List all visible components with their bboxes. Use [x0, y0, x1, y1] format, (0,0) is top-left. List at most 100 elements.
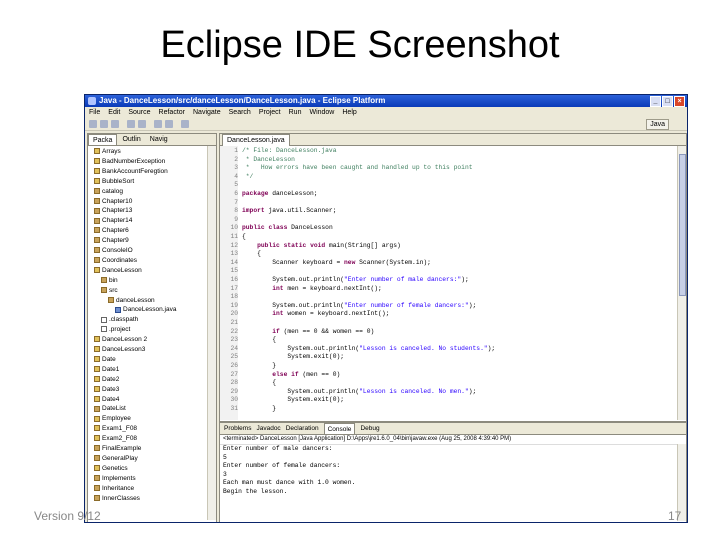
- scroll-thumb[interactable]: [679, 154, 686, 296]
- menu-item[interactable]: Run: [289, 107, 302, 118]
- search-icon[interactable]: [181, 120, 189, 128]
- menu-item[interactable]: Help: [342, 107, 356, 118]
- tree-item-label: Exam2_F08: [102, 435, 138, 443]
- tree-item-label: Inheritance: [102, 484, 135, 492]
- menu-item[interactable]: File: [89, 107, 100, 118]
- tree-item[interactable]: .classpath: [101, 316, 138, 324]
- tree-item[interactable]: Date1: [94, 366, 119, 374]
- project-icon: [94, 177, 100, 184]
- tree-item[interactable]: Exam2_F08: [94, 435, 137, 443]
- console-tab[interactable]: Declaration: [286, 423, 319, 434]
- print-icon[interactable]: [111, 120, 119, 128]
- menu-item[interactable]: Navigate: [193, 107, 221, 118]
- console-tab[interactable]: Javadoc: [256, 423, 280, 434]
- run-icon[interactable]: [138, 120, 146, 128]
- tree-item[interactable]: Chapter14: [94, 217, 132, 225]
- code-line: 11 {: [222, 233, 245, 242]
- minimize-icon[interactable]: _: [650, 96, 661, 107]
- tree-item[interactable]: Date3: [94, 386, 119, 394]
- view-tab[interactable]: Packa: [88, 134, 118, 145]
- menu-item[interactable]: Window: [309, 107, 334, 118]
- tree-item[interactable]: catalog: [94, 188, 123, 196]
- code-text: Scanner keyboard = new Scanner(System.in…: [242, 258, 431, 266]
- package-icon: [94, 405, 100, 412]
- tree-item[interactable]: Genetics: [94, 465, 128, 473]
- code-line: 12 public static void main(String[] args…: [222, 242, 400, 251]
- menu-item[interactable]: Edit: [108, 107, 120, 118]
- tree-item[interactable]: DanceLesson.java: [115, 306, 176, 314]
- editor-scrollbar[interactable]: [677, 146, 686, 420]
- new-icon[interactable]: [89, 120, 97, 128]
- tree-item[interactable]: danceLesson: [108, 297, 155, 305]
- menu-item[interactable]: Project: [259, 107, 281, 118]
- tree-item[interactable]: BadNumberException: [94, 158, 165, 166]
- code-line: 9: [222, 216, 242, 225]
- close-icon[interactable]: ×: [674, 96, 685, 107]
- maximize-icon[interactable]: □: [662, 96, 673, 107]
- package-icon: [94, 227, 100, 234]
- tree-item[interactable]: FinalExample: [94, 445, 141, 453]
- tree-item[interactable]: Date: [94, 356, 116, 364]
- code-text: import java.util.Scanner;: [242, 207, 337, 215]
- tree-item-label: Employee: [102, 415, 131, 423]
- tree-scrollbar[interactable]: [207, 146, 216, 520]
- tree-item[interactable]: BankAccountFeregtion: [94, 168, 168, 176]
- tree-item[interactable]: Chapter13: [94, 207, 132, 215]
- tree-item[interactable]: GeneralPlay: [94, 455, 138, 463]
- tree-item[interactable]: Arrays: [94, 148, 121, 156]
- tree-item-label: Genetics: [102, 464, 128, 472]
- line-number: 14: [230, 258, 238, 266]
- code-text: * DanceLesson: [242, 155, 295, 163]
- tree-item[interactable]: bin: [101, 277, 118, 285]
- code-line: 5: [222, 181, 242, 190]
- tree-item[interactable]: DateList: [94, 405, 126, 413]
- menu-item[interactable]: Source: [128, 107, 150, 118]
- code-area[interactable]: 1 /* File: DanceLesson.java 2 * DanceLesso…: [220, 146, 678, 420]
- new-class-icon[interactable]: [154, 120, 162, 128]
- tree-item[interactable]: Date4: [94, 396, 119, 404]
- line-number: 22: [230, 327, 238, 335]
- menu-item[interactable]: Search: [229, 107, 251, 118]
- tree-item[interactable]: BubbleSort: [94, 178, 134, 186]
- tree-item[interactable]: DanceLesson 2: [94, 336, 147, 344]
- project-icon: [94, 395, 100, 402]
- console-tab[interactable]: Problems: [224, 423, 251, 434]
- console-panel: Problems Javadoc Declaration Console Debug <…: [219, 422, 687, 522]
- tree-item[interactable]: Exam1_F08: [94, 425, 137, 433]
- package-icon: [101, 276, 107, 283]
- save-icon[interactable]: [100, 120, 108, 128]
- console-tab[interactable]: Debug: [360, 423, 379, 434]
- tree-item[interactable]: Chapter10: [94, 198, 132, 206]
- project-icon: [94, 148, 100, 155]
- line-number: 24: [230, 344, 238, 352]
- code-text: int women = keyboard.nextInt();: [272, 310, 390, 318]
- perspective-java[interactable]: Java: [646, 119, 669, 130]
- debug-icon[interactable]: [127, 120, 135, 128]
- console-output[interactable]: Enter number of male dancers: 5 Enter numb…: [220, 444, 678, 521]
- editor-tab[interactable]: DanceLesson.java: [222, 134, 290, 146]
- tree-item[interactable]: DanceLesson3: [94, 346, 145, 354]
- code-text: public class DanceLesson: [242, 224, 333, 232]
- menu-item[interactable]: Refactor: [159, 107, 185, 118]
- tree-item[interactable]: Inheritance: [94, 485, 134, 493]
- tree-item[interactable]: .project: [101, 326, 130, 334]
- line-number: 25: [230, 353, 238, 361]
- open-type-icon[interactable]: [165, 120, 173, 128]
- package-icon: [94, 494, 100, 501]
- tree-item[interactable]: Employee: [94, 415, 131, 423]
- tree-item[interactable]: InnerClasses: [94, 495, 140, 503]
- tree-item[interactable]: Coordinates: [94, 257, 137, 265]
- tree-item[interactable]: Chapter6: [94, 227, 129, 235]
- tree-item-label: .classpath: [109, 316, 139, 324]
- console-tab[interactable]: Console: [323, 423, 356, 434]
- tree-item[interactable]: Chapter9: [94, 237, 129, 245]
- tree-item[interactable]: DanceLesson: [94, 267, 142, 275]
- line-number: 13: [230, 250, 238, 258]
- code-text: System.out.println("Enter number of male…: [242, 276, 469, 283]
- view-tab[interactable]: Outlin: [118, 134, 144, 145]
- view-tab[interactable]: Navig: [146, 134, 172, 145]
- tree-item[interactable]: src: [101, 287, 118, 295]
- tree-item[interactable]: Implements: [94, 475, 136, 483]
- tree-item[interactable]: Date2: [94, 376, 119, 384]
- tree-item[interactable]: ConsoleIO: [94, 247, 133, 255]
